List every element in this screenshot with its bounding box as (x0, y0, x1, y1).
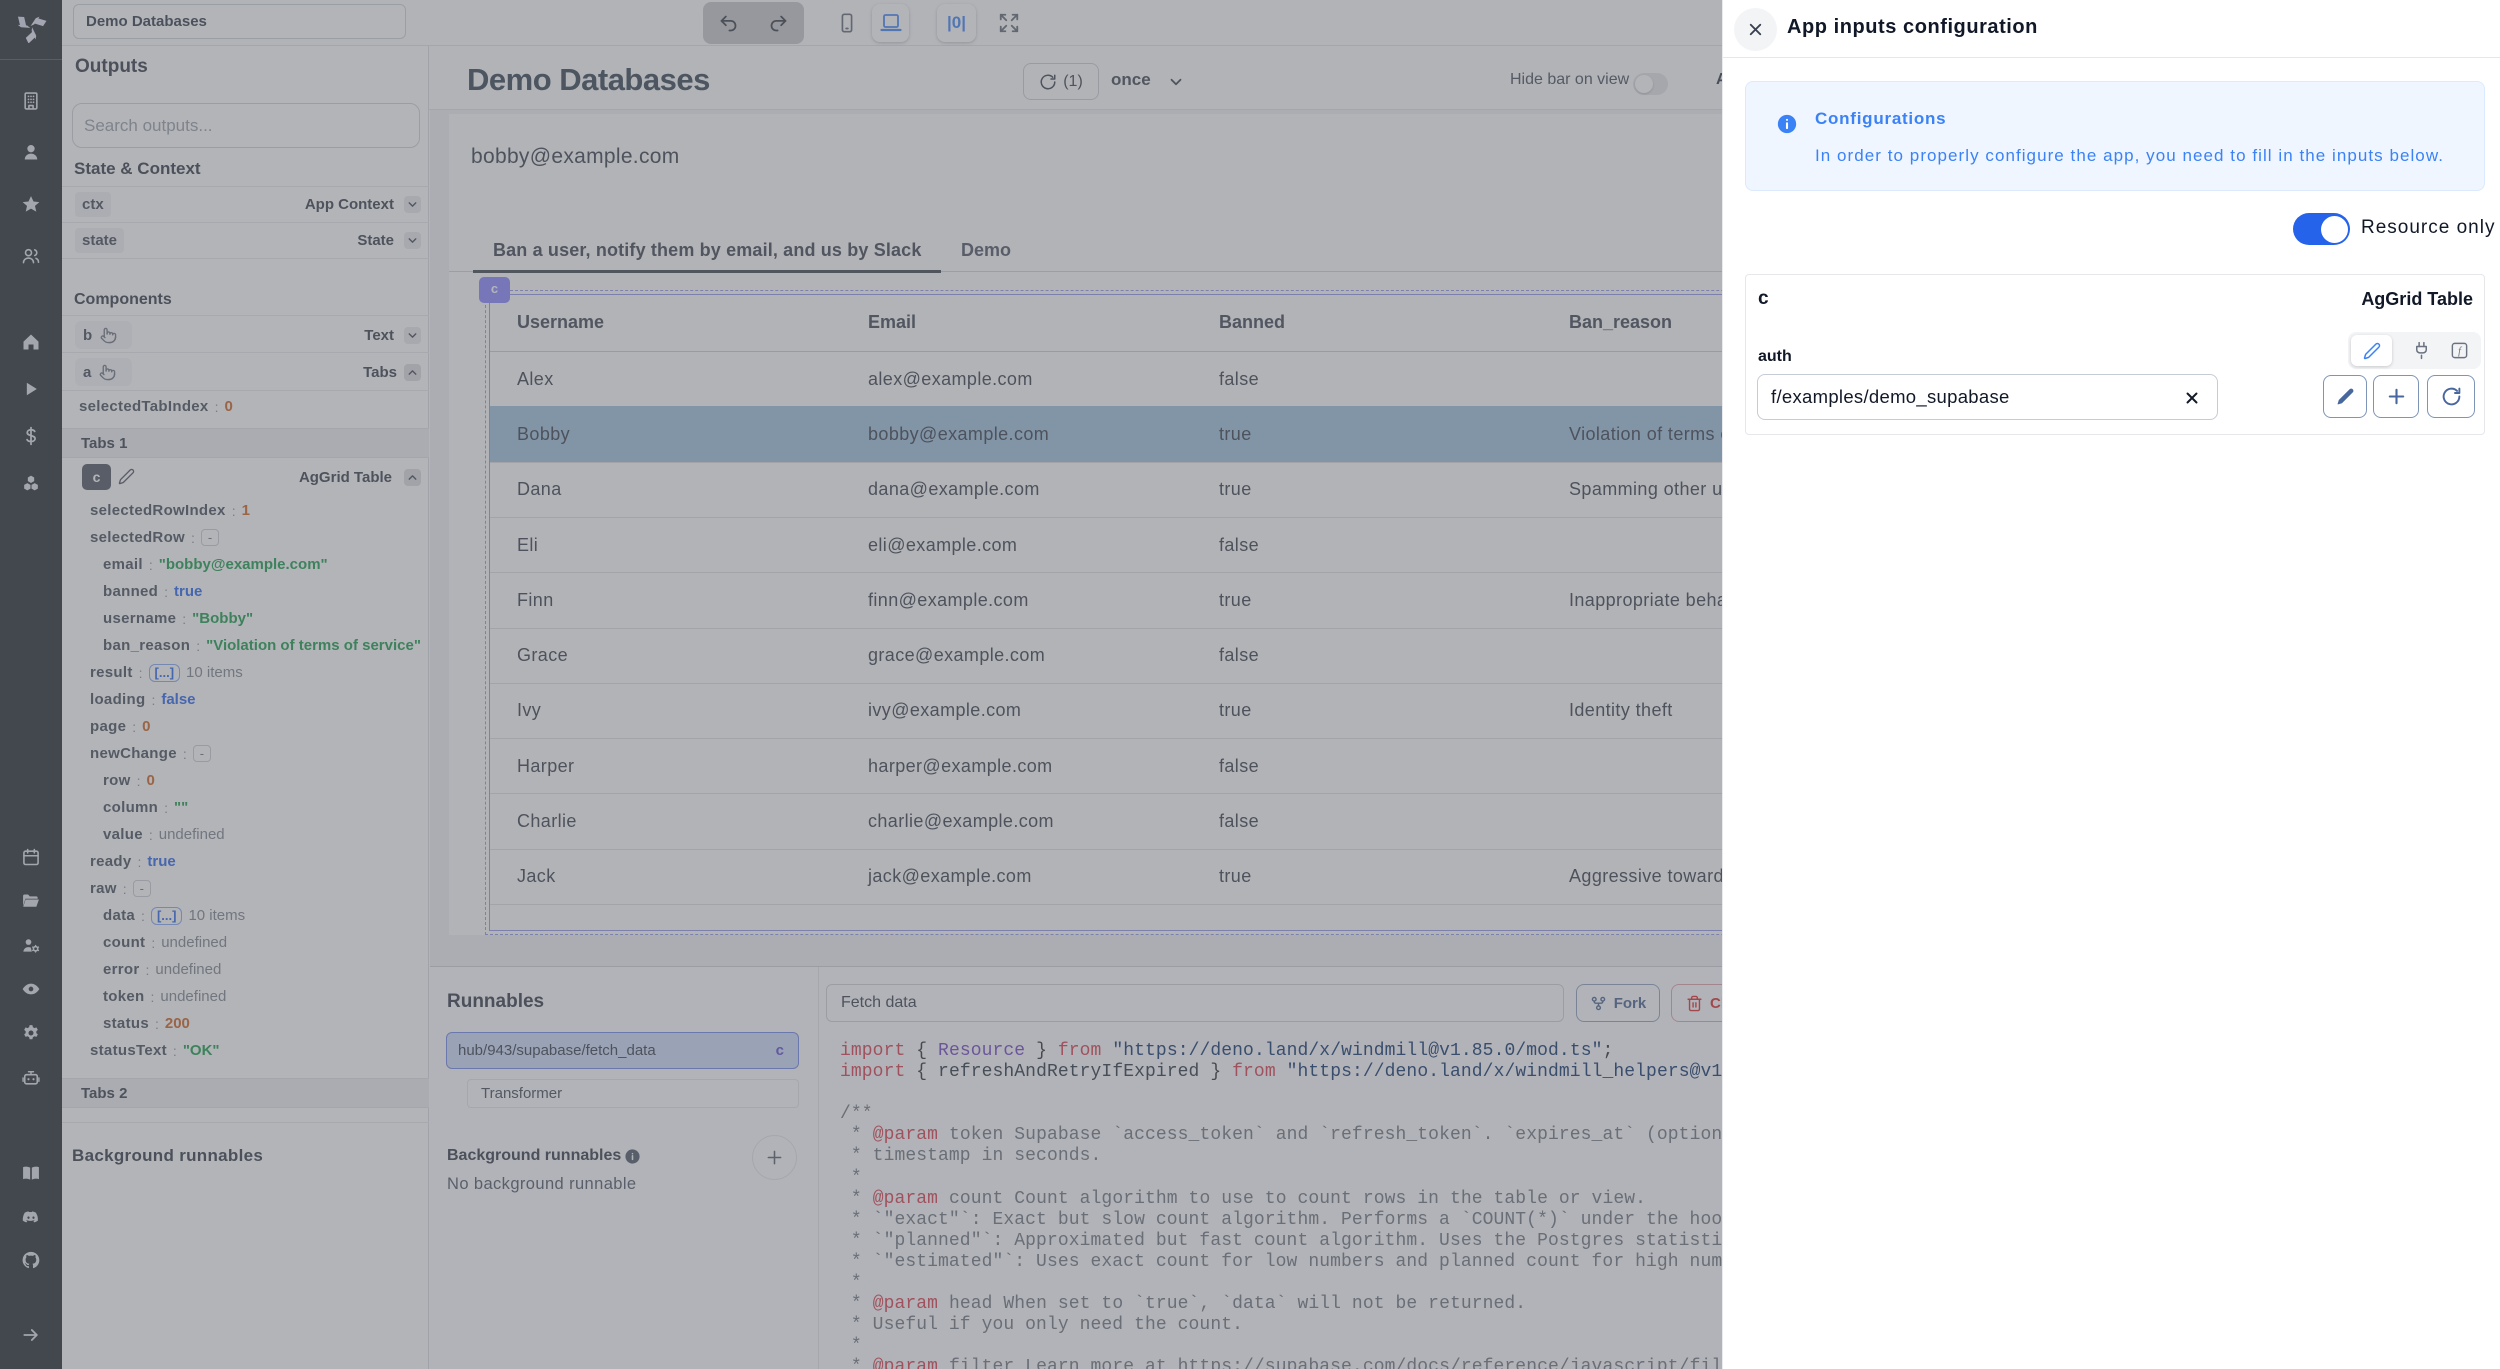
svg-text:f: f (2458, 346, 2463, 357)
